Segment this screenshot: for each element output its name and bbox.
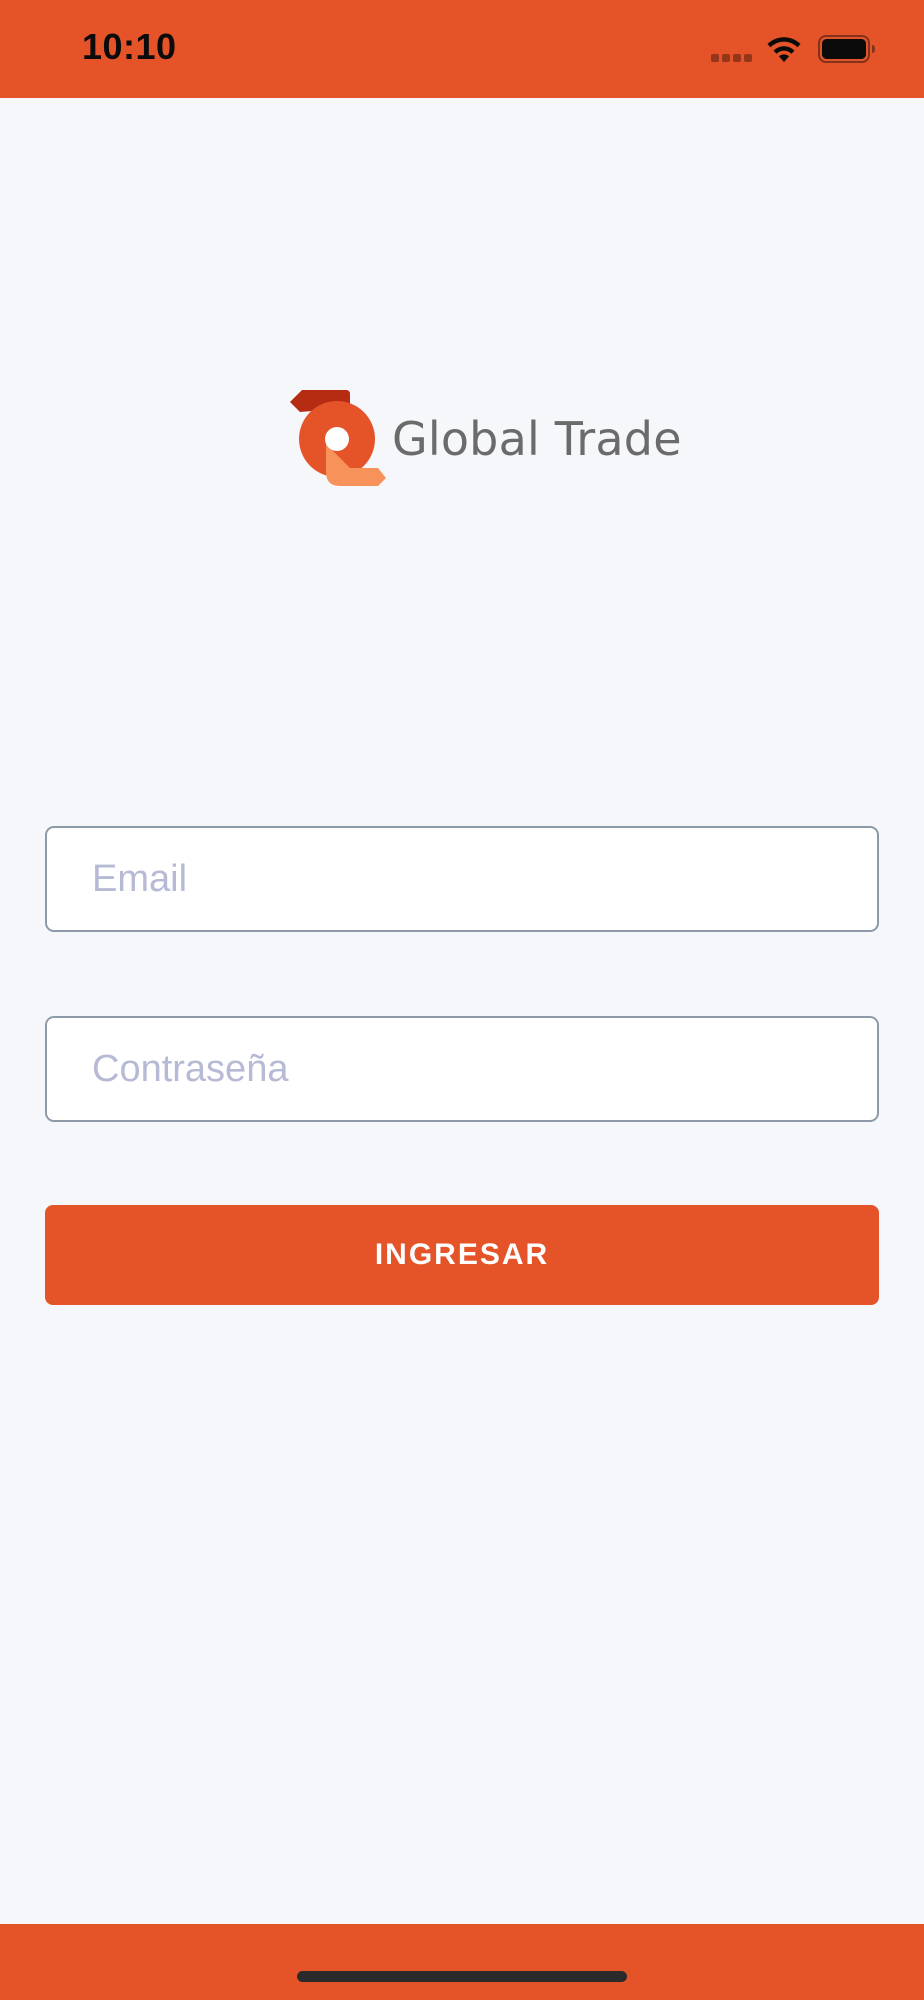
password-input[interactable] <box>47 1018 877 1120</box>
email-field-container <box>45 826 879 932</box>
login-button[interactable]: INGRESAR <box>45 1205 879 1305</box>
logo-text: Global Trade <box>392 412 682 466</box>
global-trade-logo-icon <box>290 390 386 486</box>
home-indicator[interactable] <box>297 1971 627 1982</box>
wifi-icon <box>767 37 801 62</box>
app-logo: Global Trade <box>288 388 682 490</box>
cellular-signal-icon <box>711 54 753 64</box>
password-field-container <box>45 1016 879 1122</box>
email-input[interactable] <box>47 828 877 930</box>
battery-icon <box>818 35 875 63</box>
bottom-bar <box>0 1924 924 2000</box>
status-time: 10:10 <box>82 26 177 67</box>
status-bar: 10:10 <box>0 0 924 98</box>
login-screen: 10:10 Global Trade Email INGRESAR <box>0 0 924 2000</box>
